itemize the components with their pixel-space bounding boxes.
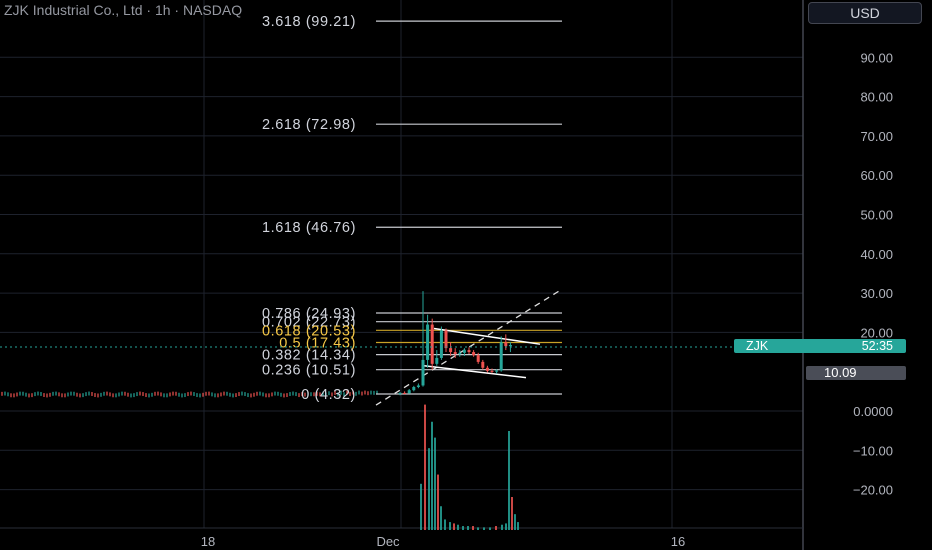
candle-body: [467, 350, 471, 353]
candle-body: [439, 330, 443, 358]
candle-body: [462, 350, 466, 353]
price-axis-label: 40.00: [860, 247, 893, 262]
candle-body: [430, 324, 434, 364]
volume-bar: [431, 421, 433, 530]
candle-body: [504, 342, 508, 347]
candle-body: [444, 330, 448, 349]
volume-bar: [511, 497, 513, 530]
candle-body: [481, 361, 485, 368]
price-badge-value: 10.09: [824, 365, 857, 380]
volume-bars: [420, 404, 519, 530]
price-axis-label: −20.00: [853, 483, 893, 498]
time-axis-label: 18: [201, 534, 215, 549]
price-axis-label: 90.00: [860, 50, 893, 65]
volume-bar: [434, 437, 436, 530]
candle-body: [499, 342, 503, 371]
fib-retracement: 3.618 (99.21) 2.618 (72.98) 1.618 (46.76) 0…: [262, 14, 562, 403]
price-axis-label: 30.00: [860, 286, 893, 301]
volume-bar: [444, 519, 446, 530]
fib-level-label: 2.618 (72.98): [262, 117, 356, 133]
candle-body: [435, 357, 439, 364]
volume-bar: [477, 527, 479, 530]
trend-line: [375, 288, 563, 406]
volume-bar: [424, 404, 426, 530]
time-axis-label: Dec: [376, 534, 400, 549]
symbol-badge-countdown: 52:35: [862, 339, 893, 353]
volume-bar: [505, 523, 507, 530]
volume-bar: [467, 526, 469, 530]
symbol-badge: ZJK 52:35: [734, 339, 906, 353]
candle-body: [416, 385, 420, 388]
volume-bar: [514, 514, 516, 530]
fib-level-label: 0 (4.32): [301, 387, 356, 403]
candle-body: [421, 359, 425, 386]
candle-body: [490, 370, 494, 372]
volume-bar: [501, 524, 503, 530]
volume-bar: [457, 524, 459, 530]
price-axis-label: 70.00: [860, 129, 893, 144]
candle-body: [426, 324, 430, 360]
fib-level-label: 1.618 (46.76): [262, 220, 356, 236]
candle-body: [453, 352, 457, 355]
candle-body: [412, 387, 416, 391]
chart-title: ZJK Industrial Co., Ltd · 1h · NASDAQ: [4, 2, 243, 18]
volume-bar: [420, 483, 422, 530]
volume-bar: [449, 522, 451, 530]
price-axis-label: −10.00: [853, 443, 893, 458]
volume-bar: [508, 431, 510, 530]
volume-bar: [517, 522, 519, 530]
fib-level-label: 3.618 (99.21): [262, 14, 356, 30]
candle-body: [485, 367, 489, 371]
candle-body: [398, 392, 402, 394]
price-axis-label: 80.00: [860, 90, 893, 105]
channel-lower-line: [423, 365, 527, 379]
volume-bar: [489, 527, 491, 530]
volume-bar: [428, 448, 430, 530]
volume-bar: [462, 526, 464, 530]
volume-bar: [495, 526, 497, 530]
price-chart[interactable]: 90.0080.0070.0060.0050.0040.0030.0020.00…: [0, 0, 932, 550]
grid-lines: [0, 0, 803, 528]
price-axis-label: 50.00: [860, 208, 893, 223]
fib-level-label: 0.236 (10.51): [262, 363, 356, 379]
time-axis-label: 16: [671, 534, 685, 549]
candle-body: [403, 392, 407, 394]
fib-level-label: 0.382 (14.34): [262, 348, 356, 364]
volume-bar: [453, 523, 455, 530]
candle-body: [476, 355, 480, 362]
candle-body: [458, 352, 462, 355]
candle-body: [508, 344, 512, 347]
symbol-badge-symbol: ZJK: [746, 339, 769, 353]
volume-bar: [440, 506, 442, 530]
candle-body: [472, 352, 476, 356]
candle-body: [449, 348, 453, 353]
volume-bar: [483, 527, 485, 530]
candles: [398, 291, 512, 396]
price-badge: 10.09: [806, 365, 906, 380]
volume-bar: [472, 526, 474, 530]
price-axis-label: 60.00: [860, 168, 893, 183]
candle-body: [495, 370, 499, 372]
volume-bar: [437, 474, 439, 530]
currency-button[interactable]: USD: [808, 2, 922, 24]
price-axis-label: 0.0000: [853, 404, 893, 419]
candle-body: [407, 390, 411, 394]
